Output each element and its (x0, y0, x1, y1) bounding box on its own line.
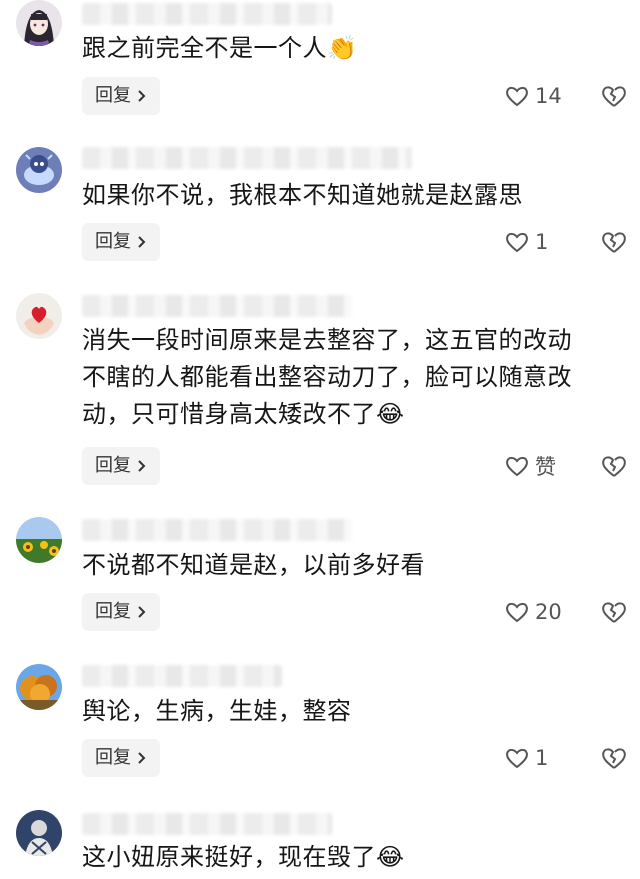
clap-emoji: 👏 (327, 34, 358, 62)
laughing-emoji: 😂 (376, 400, 405, 428)
heart-icon (506, 748, 528, 769)
like-button[interactable]: 1 (505, 223, 548, 261)
username-blurred[interactable] (82, 295, 352, 317)
chevron-right-icon (138, 236, 146, 248)
bw-portrait-avatar[interactable] (16, 810, 62, 856)
chevron-right-icon (138, 606, 146, 618)
username-blurred[interactable] (82, 519, 352, 541)
comment-text: 舆论，生病，生娃，整容 (82, 697, 352, 725)
laughing-emoji: 😂 (376, 843, 405, 871)
chevron-right-icon (138, 460, 146, 472)
heart-icon (506, 456, 528, 477)
heart-icon (506, 86, 528, 107)
broken-heart-icon[interactable] (601, 600, 627, 624)
username-blurred[interactable] (82, 813, 332, 835)
reply-button[interactable]: 回复 (82, 593, 160, 631)
comment-text: 跟之前完全不是一个人👏 (82, 34, 358, 62)
chevron-right-icon (138, 752, 146, 764)
heart-icon (506, 602, 528, 623)
reply-button[interactable]: 回复 (82, 447, 160, 485)
like-count: 20 (535, 600, 562, 624)
broken-heart-icon[interactable] (601, 454, 627, 478)
broken-heart-icon[interactable] (601, 230, 627, 254)
comment-text: 如果你不说，我根本不知道她就是赵露思 (82, 181, 523, 209)
like-count: 14 (535, 84, 562, 108)
autumn-tree-avatar[interactable] (16, 664, 62, 710)
comment-text: 不说都不知道是赵，以前多好看 (82, 551, 425, 579)
like-button[interactable]: 14 (505, 77, 562, 115)
reply-button[interactable]: 回复 (82, 739, 160, 777)
like-button[interactable]: 赞 (505, 447, 556, 485)
broken-heart-icon[interactable] (601, 84, 627, 108)
chevron-right-icon (138, 90, 146, 102)
reply-button[interactable]: 回复 (82, 77, 160, 115)
like-count: 1 (535, 230, 549, 254)
like-button[interactable]: 1 (505, 739, 548, 777)
anime-girl-avatar[interactable] (16, 0, 62, 46)
heart-hand-avatar[interactable] (16, 293, 62, 339)
like-button[interactable]: 20 (505, 593, 562, 631)
comment-text: 这小妞原来挺好，现在毁了😂 (82, 843, 405, 871)
comment-text: 消失一段时间原来是去整容了，这五官的改动 不瞎的人都能看出整容动刀了，脸可以随意… (82, 326, 572, 428)
blue-monster-avatar[interactable] (16, 147, 62, 193)
sunflower-avatar[interactable] (16, 517, 62, 563)
like-count: 1 (535, 746, 549, 770)
username-blurred[interactable] (82, 3, 332, 25)
reply-button[interactable]: 回复 (82, 223, 160, 261)
username-blurred[interactable] (82, 147, 412, 169)
like-count: 赞 (535, 455, 556, 479)
heart-icon (506, 232, 528, 253)
username-blurred[interactable] (82, 665, 282, 687)
broken-heart-icon[interactable] (601, 746, 627, 770)
